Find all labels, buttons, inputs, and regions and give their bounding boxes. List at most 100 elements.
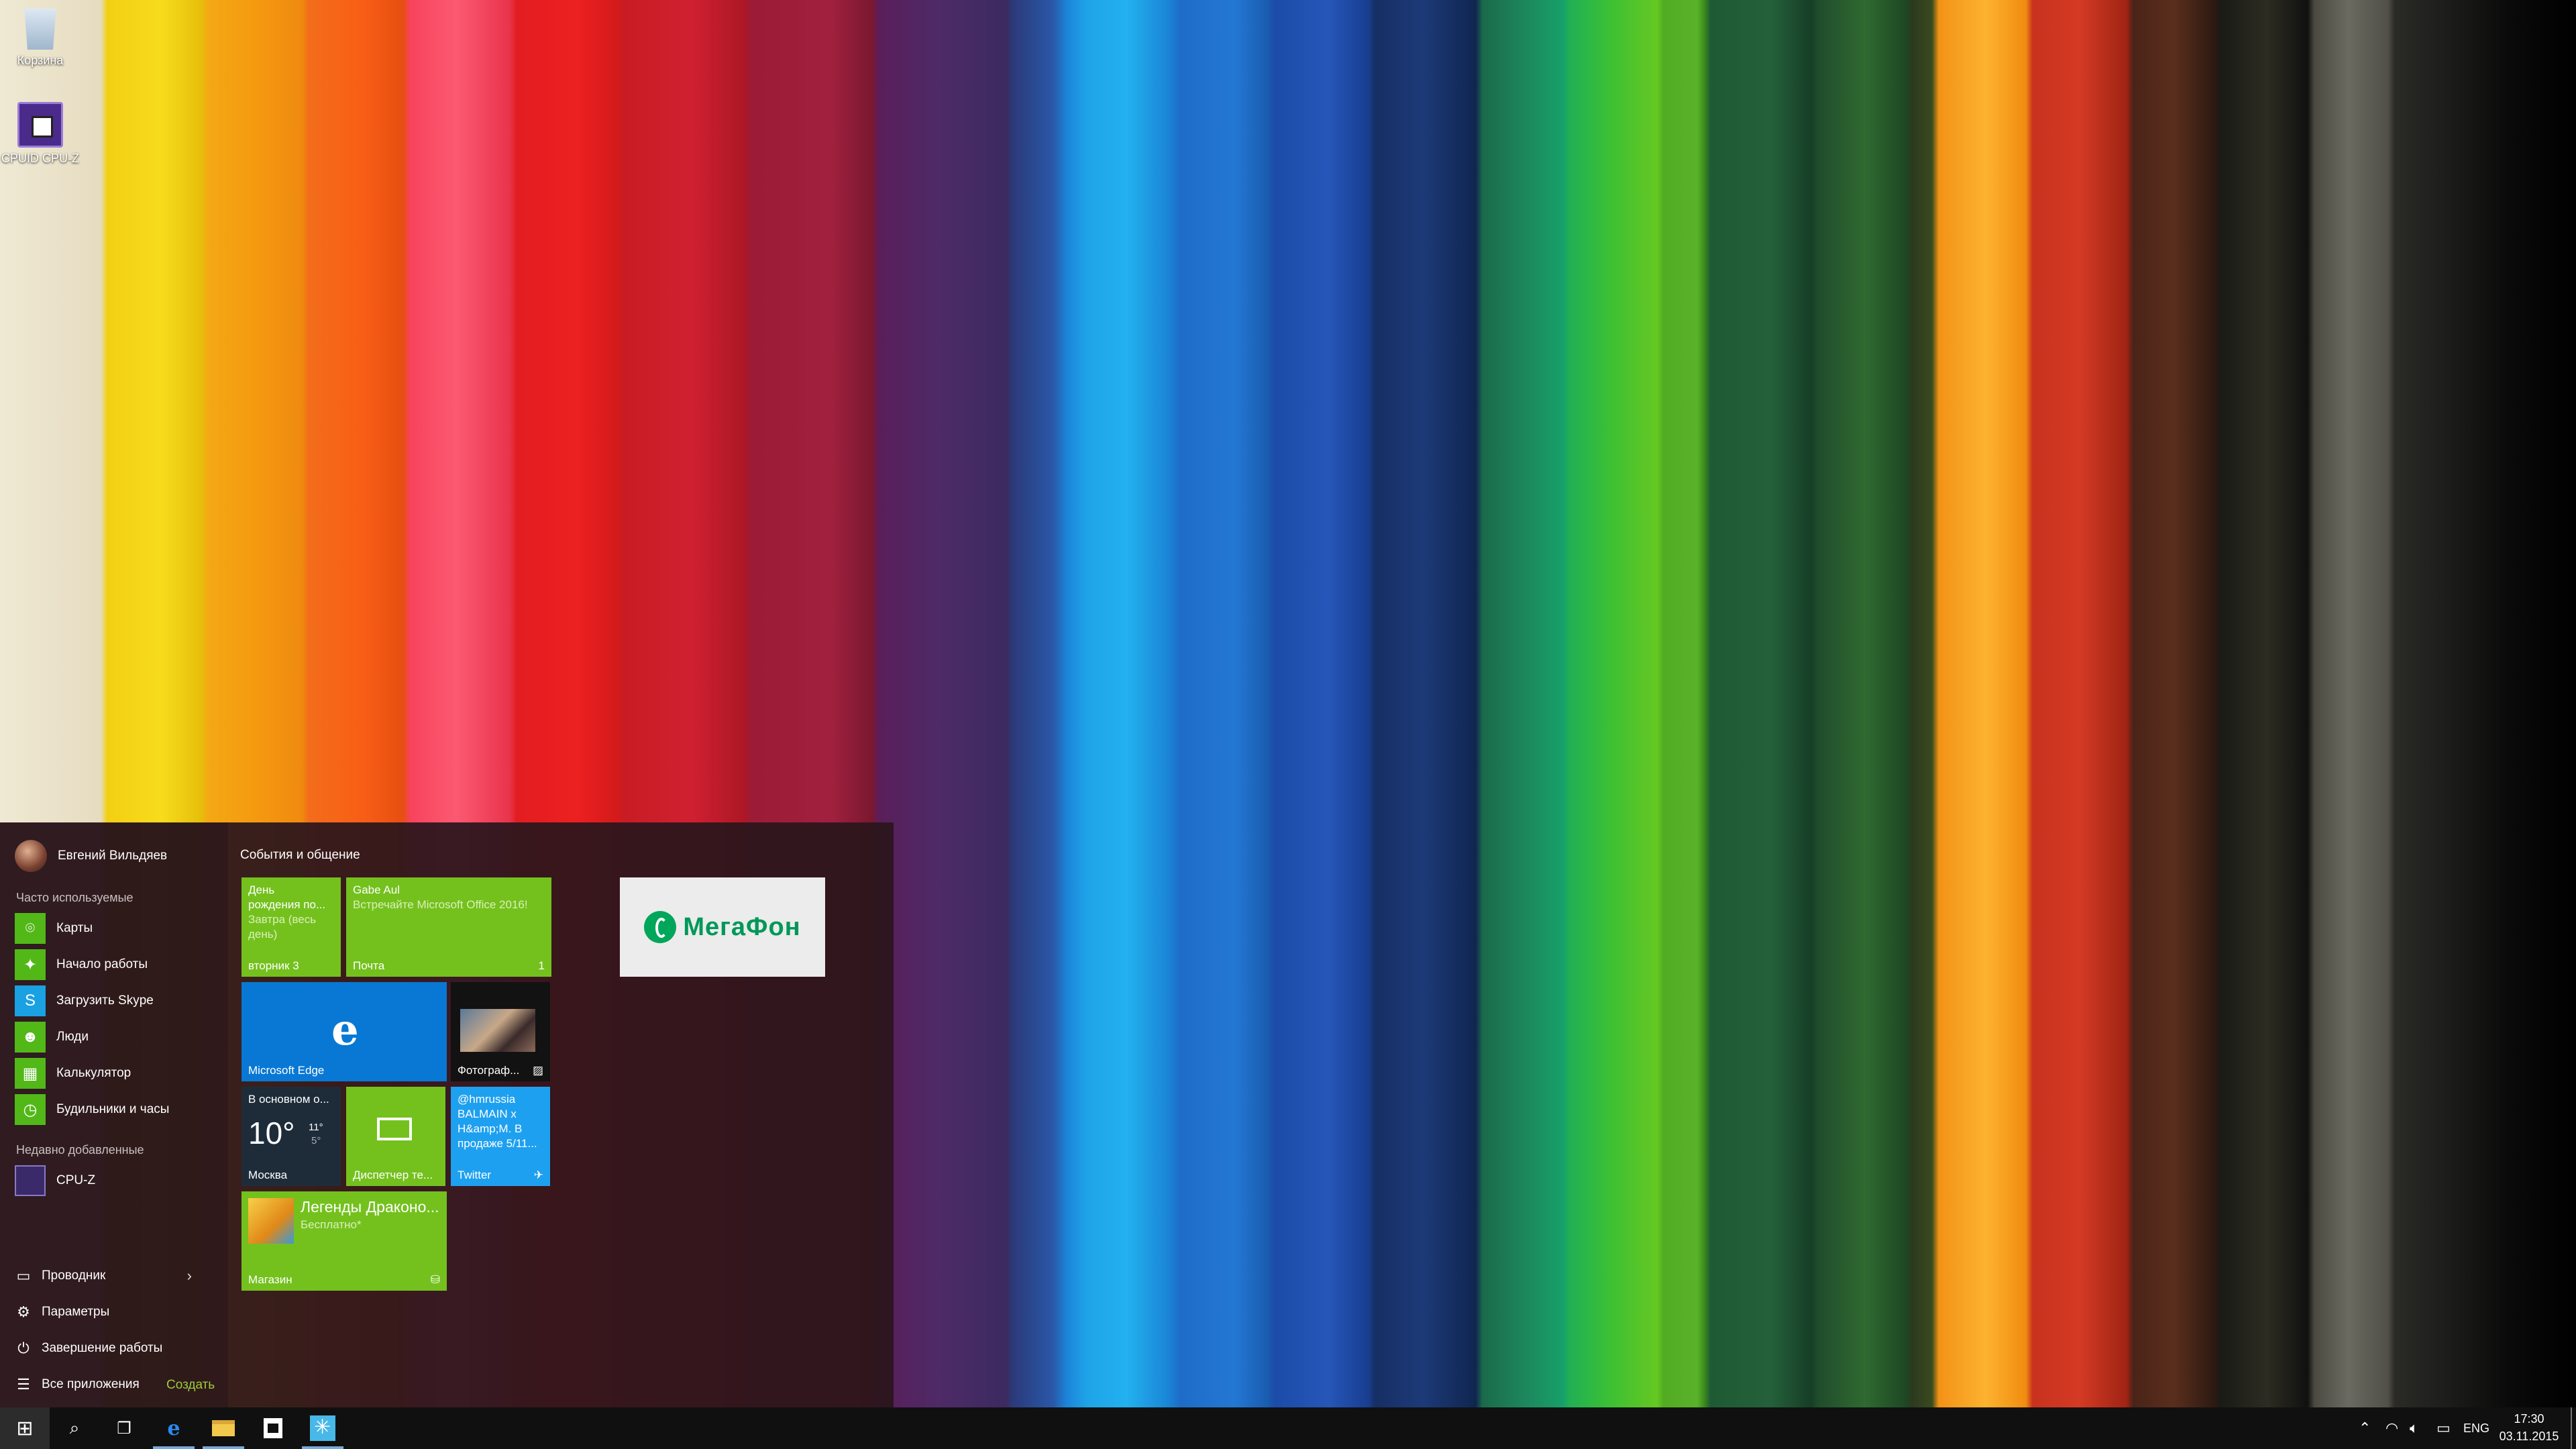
app-item-people[interactable]: ☻ Люди — [15, 1021, 216, 1053]
app-item-label: Начало работы — [56, 957, 148, 971]
chevron-up-icon: ⌃ — [2359, 1419, 2371, 1436]
mail-sender: Gabe Aul — [353, 883, 400, 896]
tile-mail[interactable]: Gabe Aul Встречайте Microsoft Office 201… — [346, 877, 551, 977]
language-label: ENG — [2463, 1421, 2490, 1435]
message-icon: ▭ — [2436, 1419, 2451, 1436]
tile-megafon[interactable]: МегаФон — [620, 877, 825, 977]
app-item-maps[interactable]: ⌾ Карты — [15, 912, 216, 945]
tile-weather[interactable]: В основном о... 10° 11° 5° Москва — [241, 1087, 341, 1186]
volume-button[interactable]: 🔈︎ — [2410, 1407, 2418, 1449]
mail-count-badge: 1 — [538, 959, 545, 972]
chevron-right-icon[interactable]: › — [187, 1267, 192, 1285]
calendar-event-title-2: рождения по... — [248, 898, 326, 911]
create-group-link[interactable]: Создать — [166, 1378, 215, 1393]
device-label: Диспетчер те... — [353, 1169, 433, 1181]
calendar-event-time-2: день) — [248, 928, 278, 941]
active-indicator — [153, 1446, 195, 1449]
desktop-icon-recycle-bin[interactable]: Корзина — [0, 4, 80, 68]
search-icon: ⌕ — [69, 1417, 80, 1438]
calendar-date: вторник 3 — [248, 959, 299, 972]
calendar-event-time: Завтра (весь — [248, 913, 317, 926]
photo-thumbnail — [460, 1009, 535, 1052]
tile-device-companion[interactable]: Диспетчер те... — [346, 1087, 445, 1186]
clock[interactable]: 17:30 03.11.2015 — [2496, 1410, 2563, 1445]
recycle-bin-icon — [24, 8, 56, 50]
task-view-button[interactable]: ❐ — [99, 1407, 149, 1449]
all-apps-label: Все приложения — [42, 1377, 140, 1391]
settings-button[interactable]: ⚙ Параметры — [15, 1297, 216, 1327]
desktop-icon-label: CPUID CPU-Z — [1, 152, 79, 165]
desktop-icon-label: Корзина — [17, 54, 64, 67]
weather-city: Москва — [248, 1169, 288, 1181]
input-language-button[interactable]: ENG — [2463, 1407, 2489, 1449]
megafon-logo-icon — [644, 911, 677, 943]
skype-icon: S — [15, 985, 46, 1016]
speaker-icon: 🔈︎ — [2410, 1419, 2419, 1436]
app-item-label: Загрузить Skype — [56, 994, 154, 1008]
desktop-icon-cpuz[interactable]: CPUID CPU-Z — [0, 102, 80, 166]
windows-logo-icon: ⊞ — [16, 1417, 34, 1440]
app-item-get-started[interactable]: ✦ Начало работы — [15, 949, 216, 981]
start-button[interactable]: ⊞ — [0, 1407, 50, 1449]
network-button[interactable]: ◠ — [2385, 1407, 2398, 1449]
taskbar-edge-button[interactable]: e — [149, 1407, 199, 1449]
tile-calendar[interactable]: День рождения по... Завтра (весь день) в… — [241, 877, 341, 977]
game-thumbnail — [248, 1198, 294, 1244]
taskbar-store-button[interactable] — [248, 1407, 298, 1449]
megafon-logo: МегаФон — [644, 911, 800, 943]
folder-icon — [212, 1420, 235, 1436]
recently-added-heading: Недавно добавленные — [16, 1143, 144, 1157]
power-icon: ⏻ — [17, 1340, 30, 1356]
avatar — [15, 840, 47, 872]
taskbar-app-button[interactable] — [298, 1407, 347, 1449]
tile-photos[interactable]: Фотограф... ▨ — [451, 982, 550, 1081]
app-item-label: Карты — [56, 921, 93, 935]
wifi-icon: ◠ — [2385, 1419, 2399, 1436]
tile-store[interactable]: Легенды Драконо... Бесплатно* Магазин ⛁ — [241, 1191, 447, 1291]
people-icon: ☻ — [15, 1022, 46, 1053]
show-hidden-icons-button[interactable]: ⌃ — [2359, 1407, 2371, 1449]
store-label: Магазин — [248, 1273, 292, 1286]
most-used-heading: Часто используемые — [16, 891, 133, 904]
settings-label: Параметры — [42, 1305, 110, 1319]
search-button[interactable]: ⌕ — [50, 1407, 99, 1449]
user-name: Евгений Вильдяев — [58, 849, 168, 863]
power-button[interactable]: ⏻ Завершение работы — [15, 1334, 216, 1363]
weather-high: 11° — [309, 1122, 323, 1133]
clock-time: 17:30 — [2514, 1412, 2544, 1426]
tile-edge[interactable]: e Microsoft Edge — [241, 982, 447, 1081]
explorer-button[interactable]: ▭ Проводник › — [15, 1261, 216, 1291]
power-label: Завершение работы — [42, 1341, 163, 1355]
show-desktop-button[interactable] — [2571, 1407, 2572, 1449]
task-view-icon: ❐ — [117, 1419, 131, 1438]
app-item-label: Люди — [56, 1030, 89, 1044]
store-bag-icon — [264, 1418, 282, 1438]
app-item-skype[interactable]: S Загрузить Skype — [15, 985, 216, 1017]
app-item-cpuz[interactable]: CPU-Z — [15, 1165, 216, 1197]
cpuz-icon — [15, 1165, 46, 1196]
tile-group-title[interactable]: События и общение — [240, 848, 360, 863]
action-center-button[interactable]: ▭ — [2436, 1407, 2451, 1449]
app-item-calculator[interactable]: ▦ Калькулятор — [15, 1057, 216, 1089]
edge-label: Microsoft Edge — [248, 1064, 325, 1077]
active-indicator — [203, 1446, 244, 1449]
edge-icon: e — [167, 1416, 180, 1440]
app-item-alarms[interactable]: ◷ Будильники и часы — [15, 1093, 216, 1126]
weather-low: 5° — [311, 1135, 321, 1146]
taskbar-explorer-button[interactable] — [199, 1407, 248, 1449]
app-item-label: Будильники и часы — [56, 1102, 170, 1116]
alarm-clock-icon: ◷ — [15, 1094, 46, 1125]
gear-icon: ⚙ — [17, 1303, 30, 1320]
store-app-price: Бесплатно* — [301, 1218, 362, 1231]
active-indicator — [302, 1446, 343, 1449]
tile-twitter[interactable]: @hmrussia BALMAIN x H&amp;M. В продаже 5… — [451, 1087, 550, 1186]
megafon-wordmark: МегаФон — [683, 912, 801, 941]
edge-icon: e — [331, 1005, 359, 1055]
start-menu: Евгений Вильдяев Часто используемые ⌾ Ка… — [0, 822, 894, 1407]
tweet-text: @hmrussia BALMAIN x H&amp;M. В продаже 5… — [458, 1093, 537, 1150]
user-account-button[interactable]: Евгений Вильдяев — [15, 837, 167, 875]
app-item-label: Калькулятор — [56, 1066, 131, 1080]
app-item-label: CPU-Z — [56, 1173, 96, 1187]
explorer-label: Проводник — [42, 1269, 106, 1283]
twitter-bird-icon: ✈ — [533, 1169, 543, 1181]
